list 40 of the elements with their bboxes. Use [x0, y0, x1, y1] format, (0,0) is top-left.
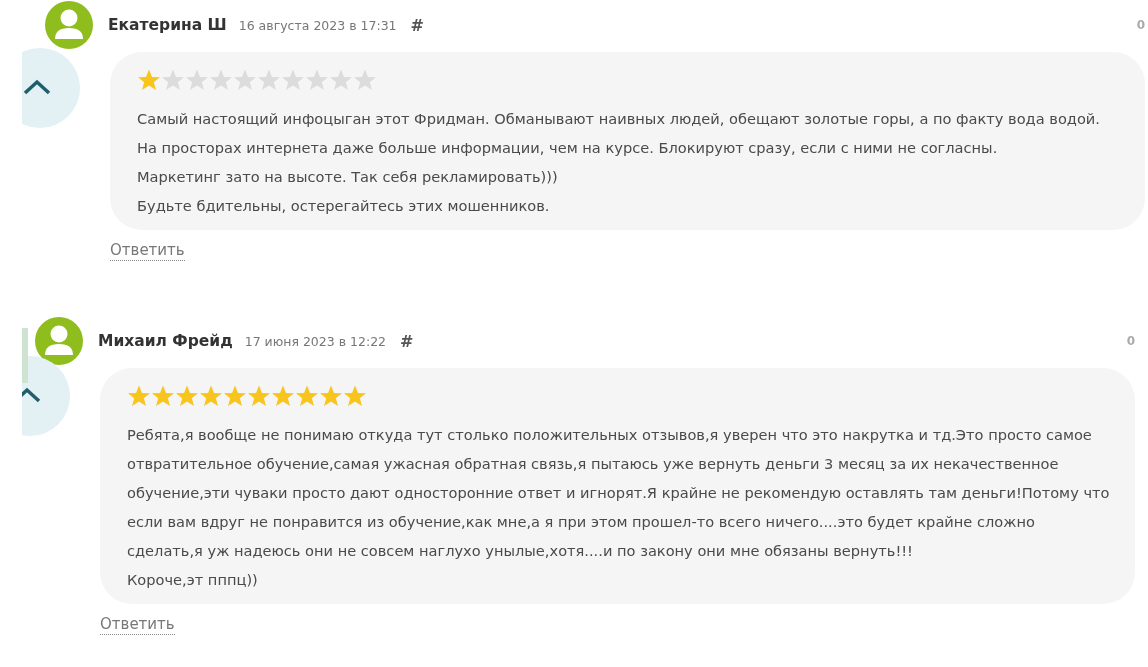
star: [247, 384, 271, 408]
star: [209, 68, 233, 92]
comment-text: Маркетинг зато на высоте. Так себя рекламировать))): [137, 167, 559, 187]
comment-text: Ребята,я вообще не понимаю откуда тут столько положительных отзывов,я уверен что это накрутка и тд.Это просто самое отвратительное обучение,самая ужасная обратная связь,я пытаюсь уже вернуть деньги 3 месяц за их некачественное обучение,эти чуваки просто дают односторонние ответ и игнорят.Я крайне не рекомендую оставлять там деньги!Потому что если вам вдруг не понравится из обучение,как мне,а я при этом прошел-то всего ничего....это будет крайне сложно сделать,я уж надеюсь они не совсем наглухо унылые,хотя....и по закону они мне обязаны вернуть!!!: [127, 425, 1111, 561]
comment-date: 17 июня 2023 в 12:22: [244, 333, 387, 349]
star: [281, 68, 305, 92]
star: [127, 384, 151, 408]
star: [223, 384, 247, 408]
star: [295, 384, 319, 408]
vote-count: 0: [1126, 334, 1135, 348]
comment-date: 16 августа 2023 в 17:31: [238, 17, 397, 33]
star: [137, 68, 161, 92]
star: [329, 68, 353, 92]
permalink[interactable]: #: [410, 15, 424, 35]
avatar: [45, 1, 93, 49]
chevron-up-icon: [22, 78, 52, 96]
star: [319, 384, 343, 408]
comment-text: Короче,эт пппц)): [127, 570, 259, 590]
vote-count: 0: [1136, 18, 1145, 32]
star: [271, 384, 295, 408]
star: [343, 384, 367, 408]
star: [305, 68, 329, 92]
star: [175, 384, 199, 408]
star: [151, 384, 175, 408]
star: [199, 384, 223, 408]
comment-text: Самый настоящий инфоцыган этот Фридман. Обманывают наивных людей, обещают золотые горы, а по факту вода водой. На просторах интернета даже больше информации, чем на курсе. Блокируют сразу, если с ними не согласны.: [137, 109, 1101, 158]
avatar: [35, 317, 83, 365]
star: [185, 68, 209, 92]
star: [257, 68, 281, 92]
permalink[interactable]: #: [400, 331, 414, 351]
author-name: Екатерина Ш: [108, 16, 227, 34]
reply-link[interactable]: Ответить: [110, 240, 185, 261]
comment-text: Будьте бдительны, остерегайтесь этих мошенников.: [137, 196, 551, 216]
reply-link[interactable]: Ответить: [100, 614, 175, 635]
star: [353, 68, 377, 92]
star: [161, 68, 185, 92]
scroll-up-button[interactable]: [22, 48, 80, 128]
author-name: Михаил Фрейд: [98, 332, 233, 350]
scrollbar-thumb: [22, 328, 28, 383]
star: [233, 68, 257, 92]
